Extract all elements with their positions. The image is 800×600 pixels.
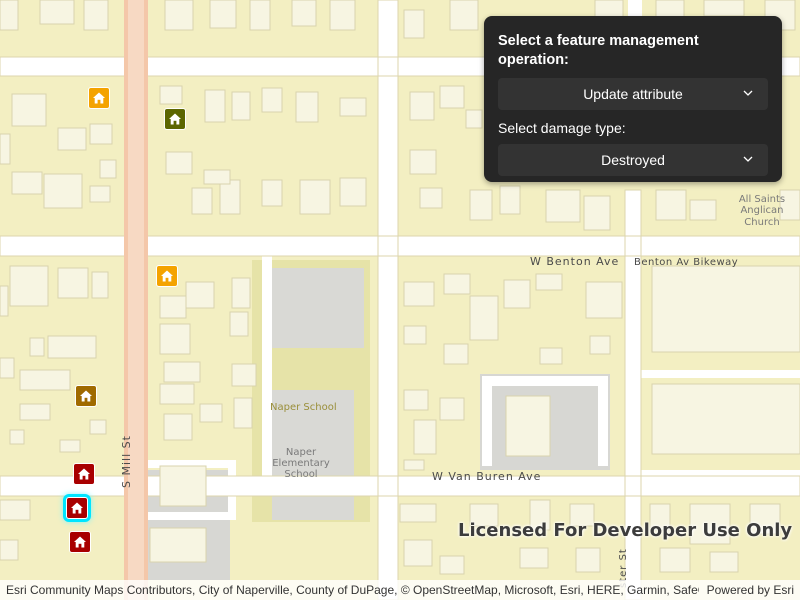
attribution-bar[interactable]: Esri Community Maps Contributors, City o… <box>0 580 800 600</box>
damage-marker-major[interactable] <box>75 385 97 407</box>
label-naper-elementary: Naper <box>286 447 317 458</box>
label-church: Anglican <box>740 205 783 216</box>
damage-type-selected-value: Destroyed <box>601 152 665 168</box>
label-benton-bikeway: Benton Av Bikeway <box>634 257 738 268</box>
attribution-text[interactable]: Esri Community Maps Contributors, City o… <box>6 583 699 597</box>
feature-management-panel: Select a feature management operation: U… <box>484 16 782 182</box>
label-van-buren-ave: W Van Buren Ave <box>432 470 541 483</box>
damage-marker-destroyed[interactable] <box>66 497 88 519</box>
developer-watermark: Licensed For Developer Use Only <box>458 520 793 541</box>
house-icon <box>169 113 181 125</box>
house-icon <box>93 92 105 104</box>
label-church: Church <box>744 217 779 228</box>
damage-marker-affected[interactable] <box>88 87 110 109</box>
chevron-down-icon <box>743 156 753 162</box>
damage-type-label: Select damage type: <box>498 120 626 136</box>
school-field <box>292 350 354 390</box>
label-church: All Saints <box>739 194 785 205</box>
house-icon <box>161 270 173 282</box>
powered-by-esri[interactable]: Powered by Esri <box>707 583 794 597</box>
label-mill-street: S Mill St <box>120 435 133 488</box>
label-benton-ave: W Benton Ave <box>530 255 619 268</box>
operation-dropdown[interactable]: Update attribute <box>498 78 768 110</box>
house-icon <box>71 502 83 514</box>
damage-marker-affected[interactable] <box>156 265 178 287</box>
school-building <box>272 268 364 348</box>
panel-title: Select a feature management operation: <box>498 33 699 68</box>
damage-marker-minor[interactable] <box>164 108 186 130</box>
label-naper-elementary: School <box>284 469 317 480</box>
damage-marker-destroyed[interactable] <box>69 531 91 553</box>
chevron-down-icon <box>743 90 753 96</box>
house-icon <box>80 390 92 402</box>
operation-selected-value: Update attribute <box>583 86 683 102</box>
damage-marker-destroyed[interactable] <box>73 463 95 485</box>
label-naper-elementary: Elementary <box>272 458 330 469</box>
house-icon <box>74 536 86 548</box>
label-naper-school: Naper School <box>270 402 337 413</box>
house-icon <box>78 468 90 480</box>
damage-type-dropdown[interactable]: Destroyed <box>498 144 768 176</box>
